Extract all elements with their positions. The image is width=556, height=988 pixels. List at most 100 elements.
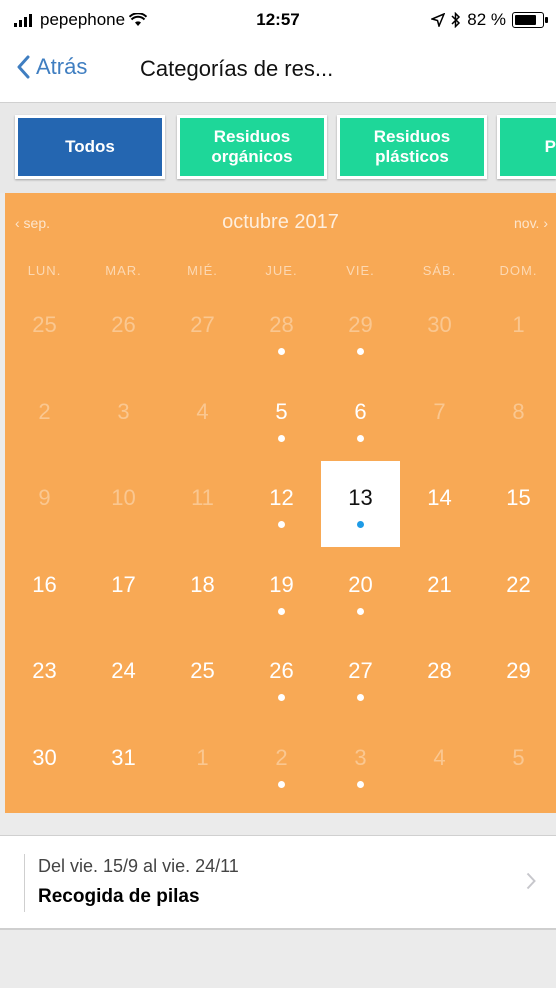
calendar-day[interactable]: 14 (400, 461, 479, 547)
weekday-label: MIÉ. (187, 263, 218, 278)
day-number: 8 (512, 398, 525, 424)
calendar-day[interactable]: 25 (5, 288, 84, 374)
event-title: Recogida de pilas (38, 886, 200, 907)
event-dot (278, 780, 285, 788)
calendar-day[interactable]: 4 (163, 375, 242, 461)
calendar-day[interactable]: 9 (5, 461, 84, 547)
calendar-day[interactable]: 3 (84, 375, 163, 461)
calendar-day[interactable]: 5 (242, 375, 321, 461)
next-month-button[interactable]: nov. › (514, 215, 548, 231)
event-category-bar (24, 854, 25, 912)
calendar-day[interactable]: 6 (321, 375, 400, 461)
calendar-day[interactable]: 30 (400, 288, 479, 374)
day-number: 1 (512, 312, 525, 337)
chip-label: Todos (65, 137, 115, 156)
calendar-day[interactable]: 26 (84, 288, 163, 374)
event-dot (278, 434, 285, 442)
calendar-day[interactable]: 28 (400, 634, 479, 720)
calendar-day-selected[interactable]: 13 (321, 461, 400, 547)
weekday-label: SÁB. (422, 263, 457, 278)
location-arrow-icon (431, 13, 446, 27)
chip-todos[interactable]: Todos (15, 115, 165, 179)
day-number: 12 (269, 485, 294, 510)
day-number: 16 (32, 571, 57, 597)
battery-icon (512, 12, 548, 28)
day-number: 27 (190, 312, 215, 337)
month-label: octubre 2017 (222, 211, 339, 233)
day-number: 9 (38, 485, 51, 510)
calendar-day[interactable]: 31 (84, 721, 163, 807)
event-dot (278, 521, 285, 528)
day-number: 4 (196, 398, 209, 424)
calendar-day[interactable]: 20 (321, 548, 400, 634)
calendar-day[interactable]: 8 (479, 375, 556, 461)
day-number: 14 (427, 485, 452, 510)
calendar-day[interactable]: 5 (479, 721, 556, 807)
day-number: 23 (32, 658, 57, 683)
category-filter-bar: Todos Residuos orgánicos Residuos plásti… (0, 103, 556, 193)
chip-partial[interactable]: P (497, 115, 556, 179)
event-list-item[interactable]: Del vie. 15/9 al vie. 24/11 Recogida de … (0, 836, 556, 930)
day-number: 3 (117, 398, 130, 424)
calendar-day[interactable]: 24 (84, 634, 163, 720)
calendar-day[interactable]: 12 (242, 461, 321, 547)
event-dot (357, 694, 364, 701)
event-date-range: Del vie. 15/9 al vie. 24/11 (38, 856, 239, 876)
day-number: 5 (512, 744, 525, 770)
calendar-day[interactable]: 3 (321, 721, 400, 807)
day-number: 5 (275, 398, 288, 424)
calendar-day[interactable]: 18 (163, 548, 242, 634)
chip-residuos-organicos[interactable]: Residuos orgánicos (177, 115, 327, 179)
day-number: 24 (111, 658, 136, 683)
day-number: 15 (506, 485, 531, 510)
event-dot (357, 434, 364, 442)
day-number: 18 (190, 571, 215, 597)
calendar-day[interactable]: 28 (242, 288, 321, 374)
day-number: 22 (506, 571, 531, 597)
chevron-left-icon (17, 55, 30, 79)
calendar-day[interactable]: 23 (5, 634, 84, 720)
calendar-day[interactable]: 15 (479, 461, 556, 547)
back-button[interactable]: Atrás (16, 54, 87, 80)
calendar-day[interactable]: 4 (400, 721, 479, 807)
calendar-day[interactable]: 27 (321, 634, 400, 720)
day-number: 19 (269, 571, 294, 597)
calendar-day[interactable]: 10 (84, 461, 163, 547)
chip-label-line2: orgánicos (211, 147, 293, 166)
event-dot (357, 521, 364, 528)
calendar-day[interactable]: 17 (84, 548, 163, 634)
calendar-day[interactable]: 11 (163, 461, 242, 547)
day-number: 25 (32, 312, 57, 337)
calendar-day[interactable]: 29 (321, 288, 400, 374)
event-dot (357, 780, 364, 788)
calendar-day[interactable]: 30 (5, 721, 84, 807)
calendar-day[interactable]: 7 (400, 375, 479, 461)
calendar-day[interactable]: 2 (242, 721, 321, 807)
calendar-day[interactable]: 22 (479, 548, 556, 634)
day-number: 13 (348, 485, 373, 510)
calendar: ‹ sep. octubre 2017 nov. › LUN. MAR. MIÉ. J… (5, 193, 556, 813)
page-title: Categorías de res... (140, 56, 334, 81)
calendar-day[interactable]: 19 (242, 548, 321, 634)
day-number: 17 (111, 571, 136, 597)
weekday-label: VIE. (346, 263, 375, 278)
chip-residuos-plasticos[interactable]: Residuos plásticos (337, 115, 487, 179)
day-number: 6 (354, 398, 367, 424)
chevron-right-icon (526, 872, 536, 890)
calendar-day[interactable]: 27 (163, 288, 242, 374)
calendar-day[interactable]: 26 (242, 634, 321, 720)
calendar-day[interactable]: 25 (163, 634, 242, 720)
status-bar: pepephone 12:57 82 % (0, 0, 556, 40)
calendar-day[interactable]: 29 (479, 634, 556, 720)
event-dot (278, 694, 285, 701)
calendar-day[interactable]: 1 (479, 288, 556, 374)
calendar-day[interactable]: 16 (5, 548, 84, 634)
calendar-day[interactable]: 1 (163, 721, 242, 807)
calendar-day[interactable]: 21 (400, 548, 479, 634)
day-number: 10 (111, 485, 136, 510)
calendar-day[interactable]: 2 (5, 375, 84, 461)
status-right: 82 % (431, 10, 548, 30)
event-dot (278, 348, 285, 355)
day-number: 28 (269, 312, 294, 337)
day-number: 29 (506, 658, 531, 683)
